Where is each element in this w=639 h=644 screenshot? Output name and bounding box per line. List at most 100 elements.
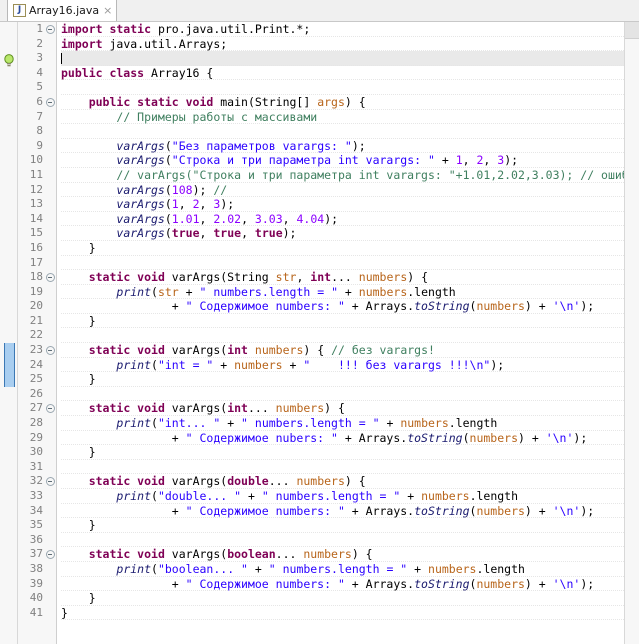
code-token-str: '\n' <box>552 576 581 591</box>
code-line[interactable]: varArgs("Строка и три параметра int vara… <box>61 153 624 168</box>
close-icon[interactable]: × <box>103 5 112 16</box>
code-line[interactable]: static void varArgs(int numbers) { // бе… <box>61 343 624 358</box>
line-number: 2 <box>36 36 43 50</box>
line-number: 41 <box>29 605 43 619</box>
code-line[interactable]: print("int... " + " numbers.length = " +… <box>61 416 624 431</box>
code-token-plain: varArgs( <box>164 474 228 489</box>
line-number: 11 <box>29 167 43 181</box>
code-line[interactable]: public class Array16 { <box>61 66 624 81</box>
code-line[interactable]: // varArgs("Строка и три параметра int v… <box>61 168 624 183</box>
code-token-num-lit: 2.02 <box>213 211 242 226</box>
line-number: 39 <box>29 576 43 590</box>
code-line[interactable]: } <box>61 372 624 387</box>
code-token-plain: ( <box>151 284 158 299</box>
code-line[interactable]: static void varArgs(int... numbers) { <box>61 401 624 417</box>
code-token-kw: public static void <box>88 94 214 109</box>
code-token-plain: ( <box>164 138 172 153</box>
code-token-kw: static void <box>88 401 165 416</box>
code-line[interactable]: varArgs(1, 2, 3); <box>61 197 624 212</box>
code-line[interactable]: } <box>61 518 624 533</box>
code-token-plain: + <box>213 357 235 372</box>
code-token-plain: ); <box>351 138 366 153</box>
code-token-plain: ); <box>192 182 214 197</box>
code-line[interactable]: + " Содержимое numbers: " + Arrays.toStr… <box>61 504 624 519</box>
fold-collapse-icon[interactable] <box>44 95 56 110</box>
code-line[interactable]: + " Содержимое numbers: " + Arrays.toStr… <box>61 577 624 592</box>
code-token-param: str <box>157 284 179 299</box>
code-line[interactable]: public static void main(String[] args) { <box>61 95 624 110</box>
fold-collapse-icon[interactable] <box>44 401 56 416</box>
code-line[interactable]: print("double... " + " numbers.length = … <box>61 489 624 504</box>
code-line[interactable]: } <box>61 606 624 621</box>
code-line[interactable]: } <box>61 591 624 606</box>
code-line[interactable]: static void varArgs(double... numbers) { <box>61 474 624 489</box>
code-line[interactable]: import java.util.Arrays; <box>61 37 624 52</box>
code-token-mth: varArgs <box>116 138 165 153</box>
code-token-param: numbers <box>303 547 352 562</box>
code-line[interactable]: + " Содержимое nubers: " + Arrays.toStri… <box>61 431 624 446</box>
code-token-mth: print <box>116 489 152 503</box>
folding-ruler[interactable] <box>44 22 57 644</box>
marker-ruler[interactable] <box>0 22 18 644</box>
code-line[interactable]: // Примеры работы с массивами <box>61 110 624 125</box>
code-token-mth: toString <box>414 576 470 591</box>
code-token-kw: static void <box>88 474 165 489</box>
code-text-area[interactable]: import static pro.java.util.Print.*; impo… <box>57 22 624 644</box>
code-line[interactable]: varArgs("Без параметров varargs: "); <box>61 139 624 154</box>
fold-collapse-icon[interactable] <box>44 547 56 562</box>
code-line[interactable]: print("boolean... " + " numbers.length =… <box>61 562 624 577</box>
code-line[interactable]: import static pro.java.util.Print.*; <box>61 22 624 37</box>
code-line[interactable] <box>61 256 624 271</box>
code-token-mth: varArgs <box>116 226 165 241</box>
line-number: 23 <box>29 343 43 357</box>
code-line[interactable]: static void varArgs(String str, int... n… <box>61 270 624 285</box>
code-line[interactable] <box>61 124 624 139</box>
code-token-str: '\n' <box>545 430 574 445</box>
code-line[interactable]: varArgs(108); // <box>61 183 624 198</box>
code-line[interactable] <box>61 387 624 402</box>
code-line[interactable]: } <box>61 445 624 460</box>
code-line[interactable]: print("int = " + numbers + " !!! без var… <box>61 358 624 373</box>
fold-collapse-icon[interactable] <box>44 474 56 489</box>
code-line[interactable]: varArgs(true, true, true); <box>61 226 624 241</box>
code-line[interactable]: print(str + " numbers.length = " + numbe… <box>61 285 624 300</box>
code-token-num-lit: 1.01 <box>171 211 200 226</box>
code-token-str: " Содержимое nubers: " <box>185 430 338 445</box>
overview-ruler[interactable] <box>624 22 639 644</box>
line-number: 27 <box>29 401 43 415</box>
line-number: 8 <box>36 124 43 138</box>
line-number: 32 <box>29 474 43 488</box>
code-line[interactable] <box>61 533 624 548</box>
code-token-kw: static void <box>88 547 165 562</box>
code-line[interactable]: varArgs(1.01, 2.02, 3.03, 4.04); <box>61 212 624 227</box>
editor-tab-array16[interactable]: J Array16.java × <box>7 0 118 21</box>
fold-collapse-icon[interactable] <box>44 270 56 285</box>
fold-collapse-icon[interactable] <box>44 343 56 358</box>
code-token-str: " Содержимое numbers: " <box>185 503 345 518</box>
code-token-kw: import static <box>61 22 152 36</box>
code-token-plain: Array16 { <box>144 65 214 80</box>
code-editor[interactable]: 1 2 3 4 5 6 7 8 9 10 11 12 13 14 15 16 17 18 19 20 21 22 23 24 2… <box>0 22 639 644</box>
lightbulb-quickfix-icon[interactable] <box>3 52 15 66</box>
code-line[interactable]: } <box>61 314 624 329</box>
code-line[interactable]: } <box>61 241 624 256</box>
code-line[interactable] <box>61 80 624 95</box>
fold-collapse-icon[interactable] <box>44 22 56 37</box>
code-line[interactable] <box>61 460 624 475</box>
code-token-kw: true <box>213 226 242 241</box>
line-number: 12 <box>29 182 43 196</box>
code-line[interactable] <box>61 328 624 344</box>
line-number: 28 <box>29 416 43 430</box>
code-line[interactable] <box>61 51 624 66</box>
code-line[interactable]: + " Содержимое numbers: " + Arrays.toStr… <box>61 299 624 314</box>
code-token-cmt: // без varargs! <box>331 343 435 358</box>
code-line[interactable]: static void varArgs(boolean... numbers) … <box>61 547 624 562</box>
code-token-plain: + <box>338 284 359 299</box>
